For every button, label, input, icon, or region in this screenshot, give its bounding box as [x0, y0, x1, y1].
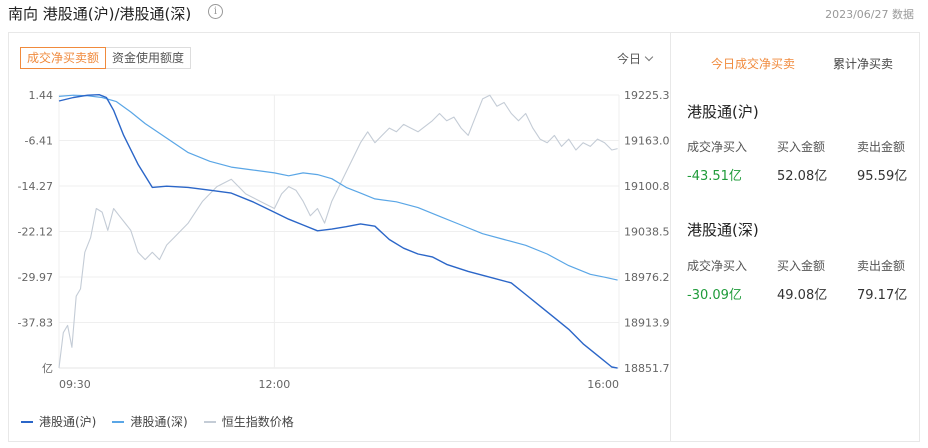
tab-cumulative-net[interactable]: 累计净买卖 [833, 55, 893, 72]
sz-net-buy-label: 成交净买入 [687, 259, 748, 273]
chart-panel: 1.44 -6.41 -14.27 -22.12 -29.97 -37.83 亿 19225.… [8, 32, 670, 442]
tab-net-buy-sell[interactable]: 成交净买卖额 [20, 47, 107, 69]
y-left-tick-label: -22.12 [18, 226, 53, 239]
sz-block-title: 港股通(深) [687, 221, 759, 239]
y-right-tick-label: 18913.9 [624, 317, 670, 330]
sh-net-buy-value: -43.51亿 [687, 169, 742, 184]
sh-sell-amount-value: 95.59亿 [857, 169, 908, 184]
sh-sell-amount-label: 卖出金额 [857, 140, 906, 154]
y-right-tick-label: 19038.5 [624, 226, 670, 239]
sh-block-title: 港股通(沪) [687, 103, 759, 121]
y-right-tick-label: 19225.3 [624, 89, 670, 102]
x-tick-label: 12:00 [259, 378, 291, 391]
y-right-tick-label: 19163.0 [624, 135, 670, 148]
legend-item-sh[interactable]: 港股通(沪) [21, 413, 96, 430]
data-date-note: 2023/06/27 数据 [825, 8, 914, 21]
legend-item-sz[interactable]: 港股通(深) [112, 413, 188, 430]
sh-buy-amount-value: 52.08亿 [777, 169, 828, 184]
period-label: 今日 [616, 52, 641, 66]
y-left-tick-label: -6.41 [25, 135, 53, 148]
x-tick-label: 16:00 [587, 378, 619, 391]
legend-label-sz: 港股通(深) [130, 415, 188, 429]
summary-tab-group: 今日成交净买卖 累计净买卖 [671, 55, 919, 75]
y-left-tick-label: 1.44 [29, 89, 54, 102]
y-left-tick-label: -14.27 [18, 180, 53, 193]
sh-buy-amount-label: 买入金额 [777, 140, 826, 154]
legend-item-hsi[interactable]: 恒生指数价格 [203, 413, 294, 430]
sz-net-buy-value: -30.09亿 [687, 288, 742, 303]
chart-tab-group: 成交净买卖额 资金使用额度 [20, 47, 192, 69]
sz-buy-amount-label: 买入金额 [777, 259, 826, 273]
period-dropdown[interactable]: 今日 [616, 50, 654, 67]
legend-label-sh: 港股通(沪) [39, 415, 97, 429]
sz-buy-amount-value: 49.08亿 [777, 288, 828, 303]
tab-quota-usage[interactable]: 资金使用额度 [106, 47, 192, 69]
page-title: 南向 港股通(沪)/港股通(深) [8, 5, 192, 23]
header-bar: 南向 港股通(沪)/港股通(深) i 2023/06/27 数据 [0, 0, 928, 26]
sz-sell-amount-value: 79.17亿 [857, 288, 908, 303]
sh-net-buy-label: 成交净买入 [687, 140, 748, 154]
y-right-tick-label: 18976.2 [624, 271, 670, 284]
y-right-tick-label: 18851.7 [624, 362, 670, 375]
summary-panel: 今日成交净买卖 累计净买卖 港股通(沪) 成交净买入 买入金额 卖出金额 -43… [670, 32, 920, 442]
sz-sell-amount-label: 卖出金额 [857, 259, 906, 273]
y-right-tick-label: 19100.8 [624, 180, 670, 193]
legend-swatch-sh [21, 420, 33, 423]
legend-label-hsi: 恒生指数价格 [221, 415, 294, 429]
tab-today-net[interactable]: 今日成交净买卖 [711, 55, 795, 72]
legend-swatch-sz [112, 420, 125, 423]
legend-swatch-hsi [203, 420, 216, 423]
chevron-down-icon [644, 52, 654, 62]
flow-chart: 1.44 -6.41 -14.27 -22.12 -29.97 -37.83 亿 19225.… [18, 89, 670, 391]
chart-legend: 港股通(沪) 港股通(深) 恒生指数价格 [21, 413, 294, 430]
x-tick-label: 09:30 [59, 378, 91, 391]
y-left-unit-label: 亿 [42, 362, 53, 375]
y-left-tick-label: -29.97 [18, 271, 53, 284]
info-icon[interactable]: i [208, 4, 223, 19]
y-left-tick-label: -37.83 [18, 317, 53, 330]
